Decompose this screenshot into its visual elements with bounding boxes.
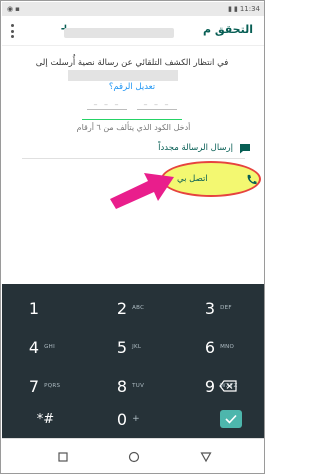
- call-me-button[interactable]: اتصل بي: [177, 171, 257, 187]
- notification-icon-2: ▪: [15, 5, 20, 13]
- app-bar: + التحقق م: [2, 16, 264, 46]
- resend-sms-label: إرسال الرسالة مجدداً: [158, 143, 233, 153]
- pointer-arrow-icon: [110, 173, 174, 209]
- key-0[interactable]: 0 +: [90, 400, 177, 438]
- recents-square-icon[interactable]: [55, 449, 71, 465]
- edit-number-link[interactable]: تعديل الرقم؟: [109, 82, 155, 92]
- phone-icon: [247, 174, 257, 184]
- system-nav-bar: [2, 438, 264, 473]
- key-1[interactable]: 1: [2, 289, 89, 327]
- code-input-left[interactable]: – – –: [87, 100, 127, 110]
- code-input-right[interactable]: – – –: [137, 100, 177, 110]
- signal-icon: ▮: [228, 5, 232, 13]
- call-me-label: اتصل بي: [177, 174, 208, 184]
- done-key[interactable]: [220, 410, 242, 428]
- phone-screen: ◉ ▪ ▮ ▮ 11:34 + التحقق م في انتظار الكشف…: [0, 0, 265, 474]
- backspace-icon: [219, 380, 237, 392]
- back-triangle-icon[interactable]: [198, 449, 214, 465]
- redacted-sent-number: [68, 70, 178, 81]
- backspace-key[interactable]: [208, 367, 248, 405]
- check-icon: [225, 414, 237, 424]
- waiting-message-text: في انتظار الكشف التلقائي عن رسالة نصية أ…: [35, 58, 229, 68]
- code-input[interactable]: – – – – – –: [87, 97, 177, 113]
- code-hint: أدخل الكود الذي يتألف من ٦ أرقام: [76, 123, 191, 132]
- resend-sms-button[interactable]: إرسال الرسالة مجدداً: [158, 140, 251, 156]
- status-left-icons: ◉ ▪: [7, 5, 20, 13]
- code-input-underline: [82, 119, 182, 120]
- page-title: التحقق م: [202, 23, 253, 36]
- key-3[interactable]: 3 DEF: [178, 289, 264, 327]
- key-star-hash[interactable]: *#: [2, 400, 89, 438]
- notification-icon: ◉: [7, 5, 14, 13]
- key-5[interactable]: 5 JKL: [90, 328, 177, 366]
- overflow-menu-icon[interactable]: [10, 24, 14, 38]
- key-4[interactable]: 4 GHI: [2, 328, 89, 366]
- status-bar: ◉ ▪ ▮ ▮ 11:34: [2, 2, 264, 16]
- message-icon: [240, 143, 250, 153]
- status-time: 11:34: [239, 5, 260, 13]
- key-6[interactable]: 6 MNO: [178, 328, 264, 366]
- battery-icon: ▮: [233, 5, 238, 13]
- status-right-icons: ▮ ▮ 11:34: [228, 5, 260, 13]
- redacted-phone-number: [64, 28, 174, 38]
- home-circle-icon[interactable]: [126, 449, 142, 465]
- key-2[interactable]: 2 ABC: [90, 289, 177, 327]
- numeric-keyboard: 1 2 ABC 3 DEF 4 GHI 5 JKL 6 MNO 7 PQRS 8: [2, 284, 264, 438]
